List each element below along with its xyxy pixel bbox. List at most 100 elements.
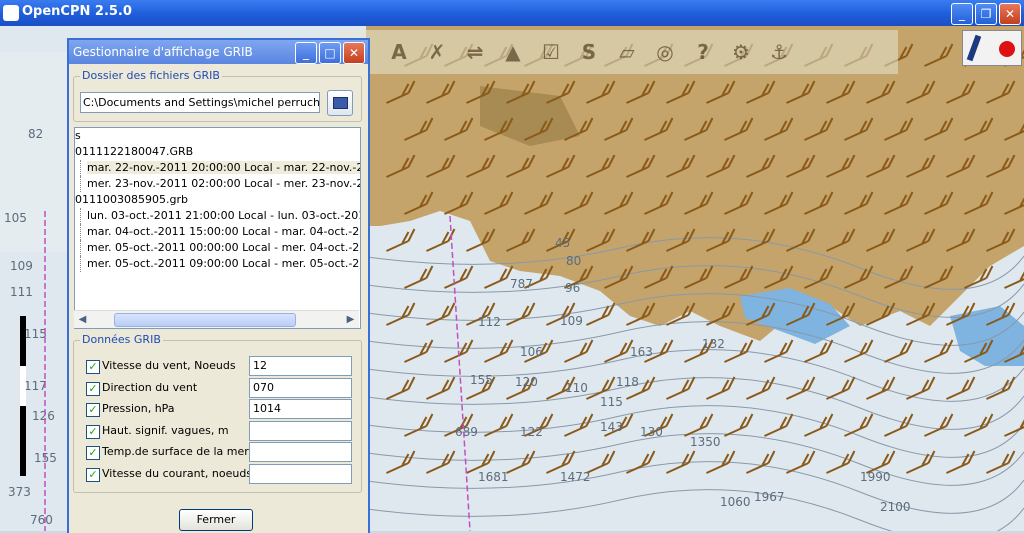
grib-file-tree[interactable]: s 0111122180047.GRB mar. 22-nov.-2011 20:0… <box>74 127 361 329</box>
scroll-thumb[interactable] <box>114 313 296 327</box>
opencpn-logo-icon <box>3 5 19 21</box>
tree-forecast-item[interactable]: mer. 05-oct.-2011 09:00:00 Local - mer. … <box>75 256 360 272</box>
tree-forecast-item[interactable]: mar. 04-oct.-2011 15:00:00 Local - mar. … <box>75 224 360 240</box>
depth-sounding-label: 1967 <box>754 490 785 504</box>
depth-sounding-label: 1990 <box>860 470 891 484</box>
lifebuoy-icon[interactable]: ◎ <box>648 35 682 69</box>
grib-data-row: ✓ Direction du vent 070 <box>86 377 356 398</box>
tree-horizontal-scrollbar[interactable]: ◀ ▶ <box>74 310 359 328</box>
depth-sounding-label: 1060 <box>720 495 751 509</box>
tools-icon[interactable]: ⚙ <box>724 35 758 69</box>
depth-sounding-label: 1681 <box>478 470 509 484</box>
minimize-button[interactable]: _ <box>951 3 973 25</box>
depth-sounding-label: 689 <box>455 425 478 439</box>
depth-sounding-label: 117 <box>24 379 47 393</box>
depth-sounding-label: 126 <box>32 409 55 423</box>
grib-data-checkbox[interactable]: ✓ <box>86 360 100 374</box>
grib-data-row: ✓ Vitesse du vent, Noeuds 12 <box>86 356 356 376</box>
tree-forecast-item[interactable]: mer. 05-oct.-2011 00:00:00 Local - mer. … <box>75 240 360 256</box>
text-icon[interactable]: A <box>382 35 416 69</box>
grib-data-label: Vitesse du courant, noeuds. <box>102 466 256 480</box>
depth-sounding-label: 80 <box>566 254 581 268</box>
scroll-left-icon[interactable]: ◀ <box>74 311 91 328</box>
grib-data-checkbox[interactable]: ✓ <box>86 424 100 439</box>
grib-data-group-label: Données GRIB <box>80 333 163 346</box>
depth-sounding-label: 122 <box>520 425 543 439</box>
anchor-icon[interactable]: ⚓ <box>762 35 796 69</box>
depth-sounding-label: 105 <box>4 211 27 225</box>
checklist-icon[interactable]: ☑ <box>534 35 568 69</box>
cross-icon[interactable]: ✗ <box>420 35 454 69</box>
depth-sounding-label: 110 <box>565 381 588 395</box>
dialog-title: Gestionnaire d'affichage GRIB <box>73 45 253 59</box>
window-titlebar: OpenCPN 2.5.0 _ ❐ ✕ <box>0 0 1024 26</box>
tree-item-label: 0111122180047.GRB <box>75 145 194 158</box>
depth-sounding-label: 130 <box>640 425 663 439</box>
grib-data-checkbox[interactable]: ✓ <box>86 403 100 417</box>
help-icon[interactable]: ? <box>686 35 720 69</box>
tree-item-label: mer. 05-oct.-2011 09:00:00 Local - mer. … <box>87 257 361 270</box>
grib-data-checkbox[interactable]: ✓ <box>86 467 100 482</box>
grib-data-row: ✓ Temp.de surface de la mer, °C <box>86 442 356 462</box>
route-icon[interactable]: ⇌ <box>458 35 492 69</box>
tree-item-label: mar. 04-oct.-2011 15:00:00 Local - mar. … <box>87 225 361 238</box>
depth-sounding-label: 115 <box>600 395 623 409</box>
browse-folder-button[interactable] <box>327 90 353 116</box>
tree-item-label: 0111003085905.grb <box>75 193 188 206</box>
depth-sounding-label: 120 <box>515 375 538 389</box>
tree-item-label: mer. 05-oct.-2011 00:00:00 Local - mer. … <box>87 241 361 254</box>
grib-data-label: Vitesse du vent, Noeuds <box>102 359 236 372</box>
grib-data-label: Haut. signif. vagues, m <box>102 423 229 437</box>
depth-icon[interactable]: ▲ <box>496 35 530 69</box>
grib-data-checkbox[interactable]: ✓ <box>86 446 100 460</box>
depth-sounding-label: 143 <box>600 420 623 434</box>
depth-sounding-label: 115 <box>24 327 47 341</box>
layers-icon[interactable]: ▱ <box>610 35 644 69</box>
grib-data-checkbox[interactable]: ✓ <box>86 381 100 396</box>
grib-data-label: Temp.de surface de la mer, °C <box>102 445 269 458</box>
tree-forecast-item[interactable]: mar. 22-nov.-2011 20:00:00 Local - mar. … <box>75 160 360 176</box>
track-icon[interactable]: S <box>572 35 606 69</box>
depth-sounding-label: 82 <box>28 127 43 141</box>
tree-forecast-item[interactable]: lun. 03-oct.-2011 21:00:00 Local - lun. … <box>75 208 360 224</box>
maximize-button[interactable]: ❐ <box>975 3 997 25</box>
window-title: OpenCPN 2.5.0 <box>22 4 132 19</box>
dialog-maximize-button[interactable]: □ <box>319 42 341 64</box>
scroll-right-icon[interactable]: ▶ <box>342 311 359 328</box>
dialog-titlebar[interactable]: Gestionnaire d'affichage GRIB _ □ ✕ <box>69 40 368 64</box>
tree-forecast-item[interactable]: mer. 23-nov.-2011 02:00:00 Local - mer. … <box>75 176 360 192</box>
window-controls: _ ❐ ✕ <box>951 3 1021 25</box>
depth-sounding-label: 373 <box>8 485 31 499</box>
close-button[interactable]: ✕ <box>999 3 1021 25</box>
depth-sounding-label: 106 <box>520 345 543 359</box>
compass-widget[interactable] <box>962 30 1022 66</box>
depth-sounding-label: 111 <box>10 285 33 299</box>
folder-group-label: Dossier des fichiers GRIB <box>80 69 222 82</box>
scale-bar <box>20 316 26 476</box>
depth-sounding-label: 109 <box>10 259 33 273</box>
tree-file-item[interactable]: 0111122180047.GRB <box>75 144 360 160</box>
gps-status-icon <box>999 41 1015 57</box>
tree-item-label: lun. 03-oct.-2011 21:00:00 Local - lun. … <box>87 209 360 222</box>
depth-sounding-label: 2100 <box>880 500 911 514</box>
depth-sounding-label: 109 <box>560 314 583 328</box>
grib-data-value: 12 <box>249 356 352 376</box>
grib-data-value: 070 <box>249 377 352 398</box>
depth-sounding-label: 118 <box>616 375 639 389</box>
tree-file-item[interactable]: 0111003085905.grb <box>75 192 360 208</box>
grib-folder-path-input[interactable]: C:\Documents and Settings\michel perruch… <box>80 92 320 113</box>
dialog-close-button[interactable]: ✕ <box>343 42 365 64</box>
grib-data-label: Direction du vent <box>102 380 198 394</box>
tree-file-item[interactable]: s <box>75 128 360 144</box>
grib-data-row: ✓ Vitesse du courant, noeuds. <box>86 463 356 484</box>
depth-sounding-label: 760 <box>30 513 53 527</box>
north-arrow-icon <box>966 34 982 62</box>
grib-data-value <box>249 420 352 441</box>
depth-sounding-label: 787 <box>510 277 533 291</box>
grib-data-value: 1014 <box>249 399 352 419</box>
grib-data-row: ✓ Haut. signif. vagues, m <box>86 420 356 441</box>
close-dialog-button[interactable]: Fermer <box>179 509 253 531</box>
dialog-minimize-button[interactable]: _ <box>295 42 317 64</box>
tree-item-label: mar. 22-nov.-2011 20:00:00 Local - mar. … <box>87 161 360 174</box>
grib-dialog: Gestionnaire d'affichage GRIB _ □ ✕ Doss… <box>67 38 370 533</box>
